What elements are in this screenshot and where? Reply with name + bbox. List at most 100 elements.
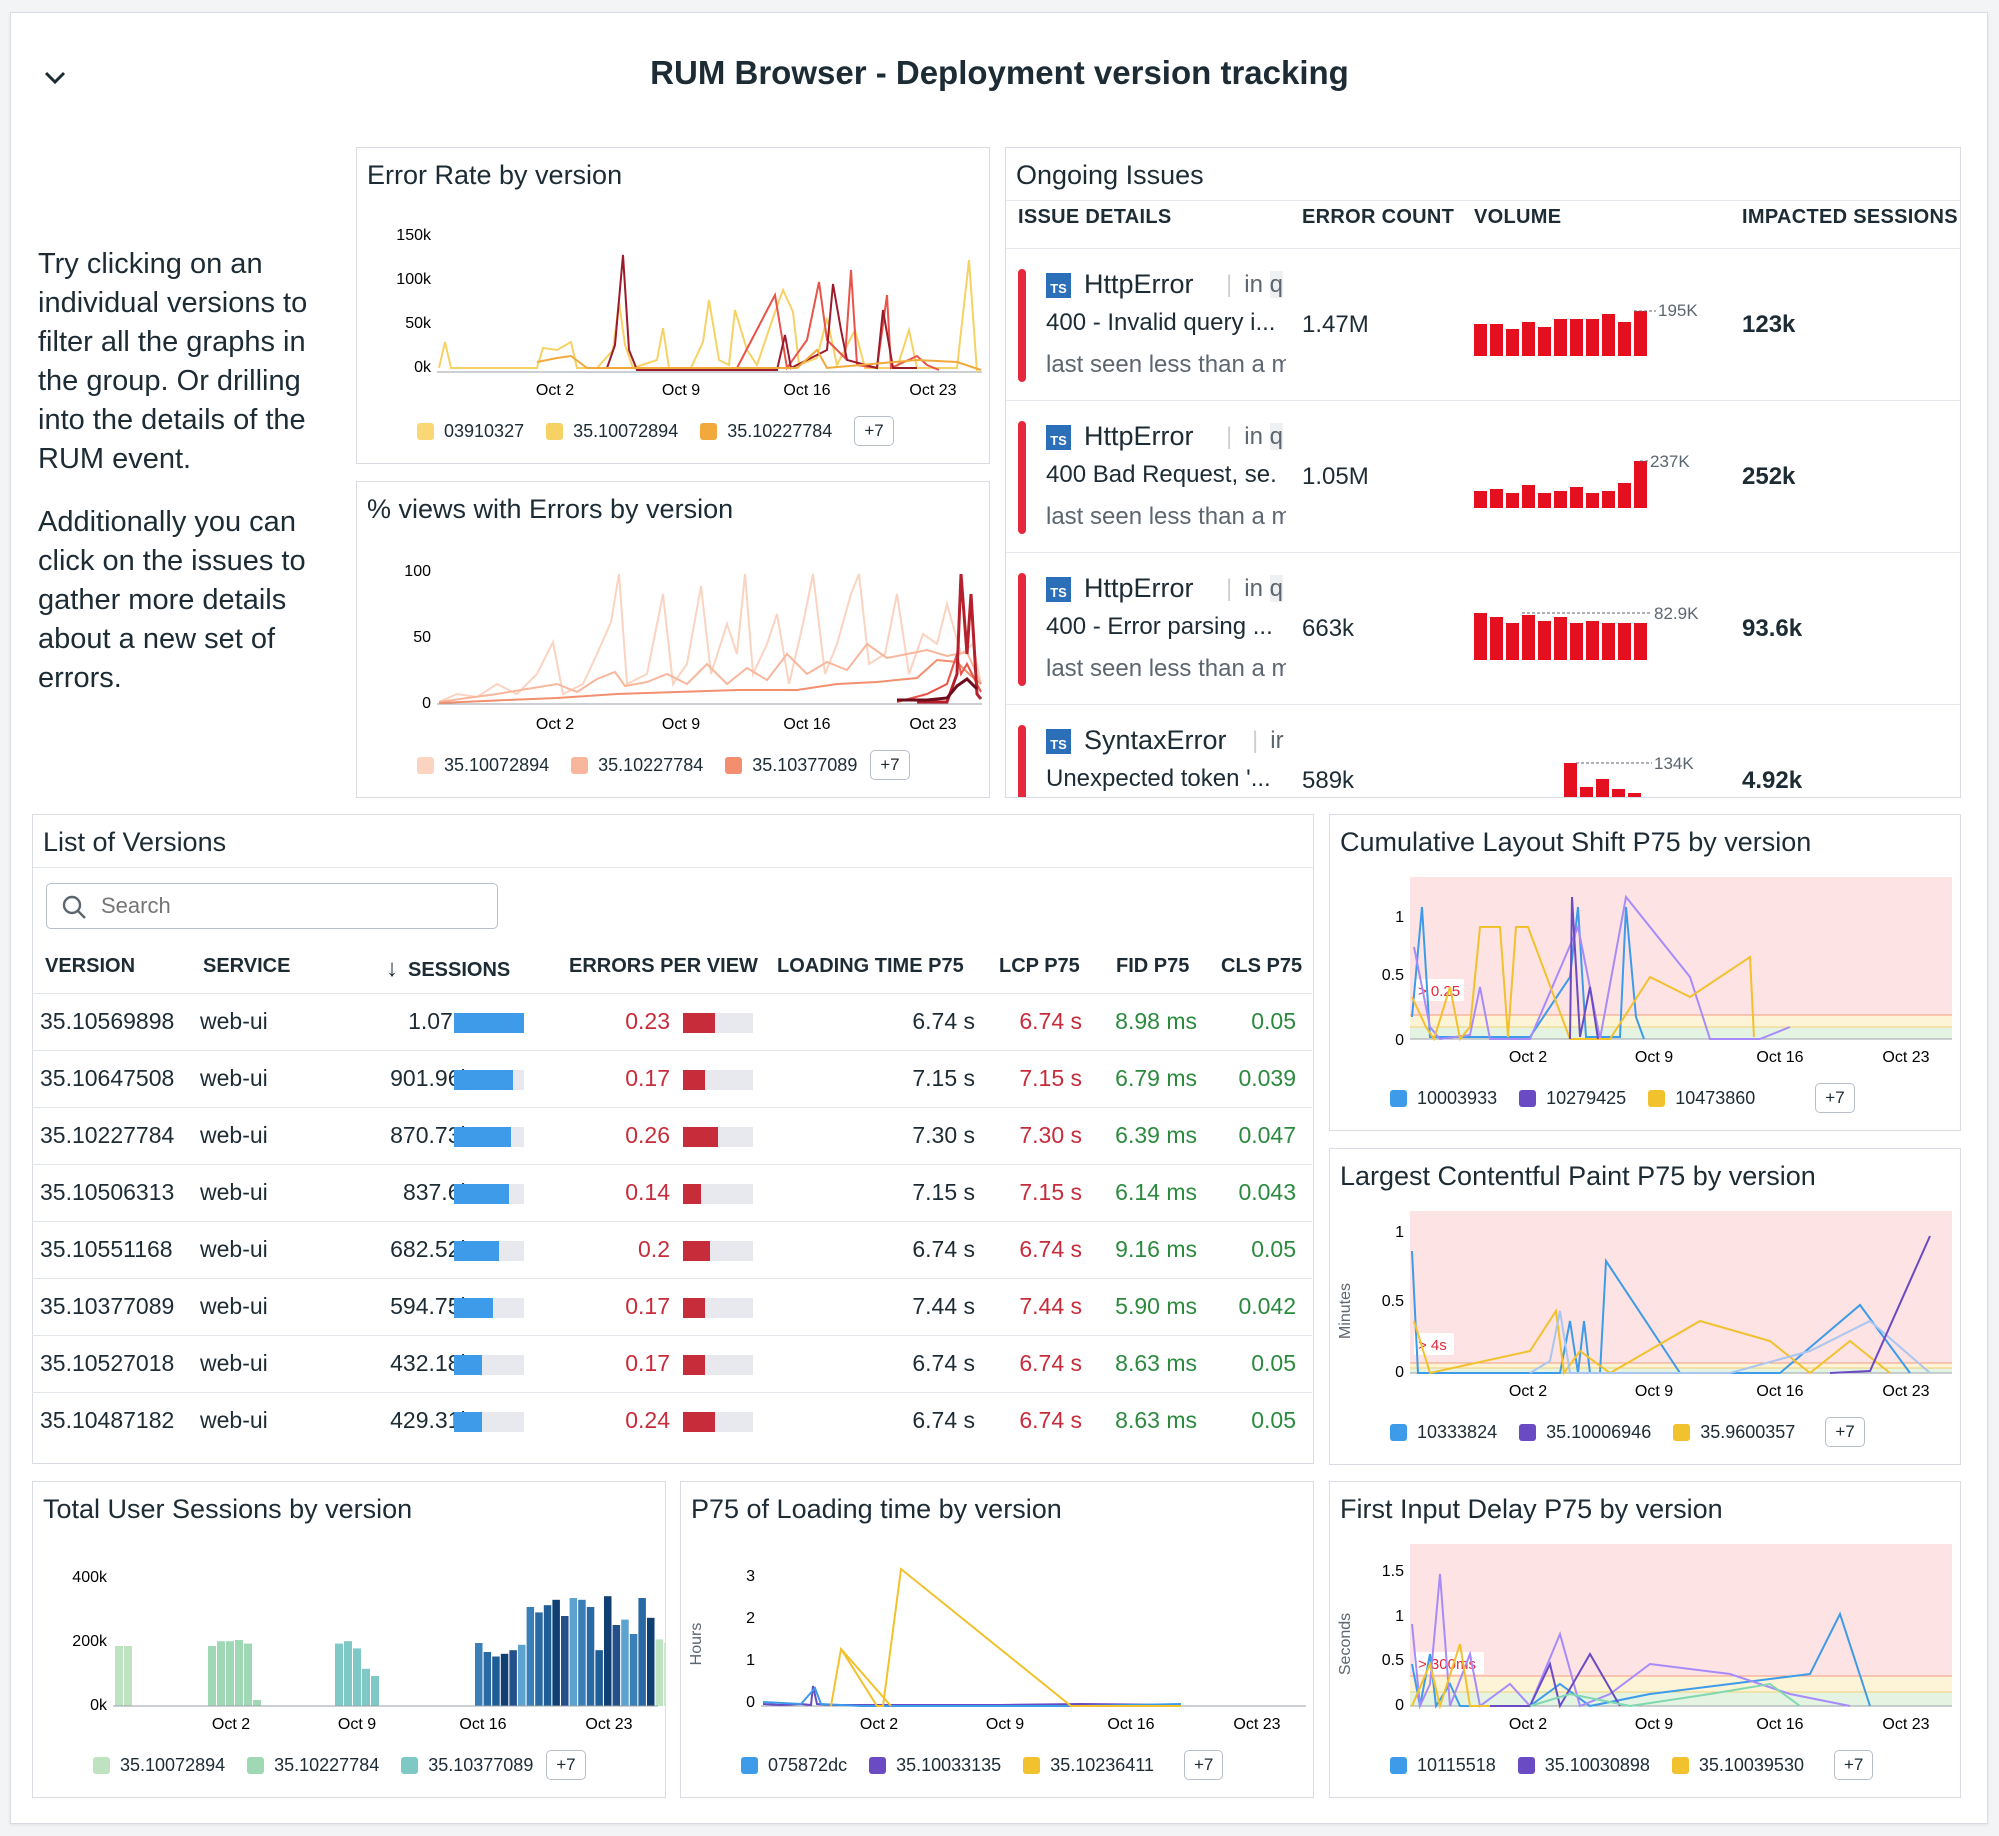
- loading-time-widget[interactable]: P75 of Loading time by version Hours 3 2…: [680, 1481, 1314, 1798]
- bar[interactable]: [552, 1599, 560, 1706]
- bar[interactable]: [353, 1648, 361, 1706]
- views-with-errors-widget[interactable]: % views with Errors by version 100 50 0 …: [356, 481, 990, 798]
- legend-more-button[interactable]: +7: [1815, 1083, 1855, 1113]
- bar[interactable]: [518, 1644, 526, 1706]
- bar[interactable]: [483, 1652, 492, 1706]
- table-row[interactable]: 35.10487182 web-ui 429.31k 0.24 6.74 s 6.74 s…: [32, 1392, 1312, 1450]
- column-header[interactable]: VOLUME: [1474, 206, 1561, 229]
- legend-more-button[interactable]: +7: [870, 750, 910, 780]
- search-input[interactable]: [99, 892, 483, 920]
- lcp-widget[interactable]: Largest Contentful Paint P75 by version …: [1329, 1148, 1961, 1465]
- bar[interactable]: [612, 1625, 621, 1706]
- bar[interactable]: [638, 1598, 646, 1706]
- legend-item[interactable]: 10279425: [1519, 1088, 1626, 1109]
- bar[interactable]: [595, 1650, 603, 1706]
- bar[interactable]: [604, 1596, 612, 1706]
- bar[interactable]: [647, 1617, 655, 1706]
- legend-item[interactable]: 10003933: [1390, 1088, 1497, 1109]
- legend-item[interactable]: 35.10072894: [546, 421, 678, 442]
- bar[interactable]: [208, 1646, 216, 1706]
- bar[interactable]: [509, 1650, 517, 1706]
- bar[interactable]: [629, 1634, 638, 1706]
- sessions-chart[interactable]: 400k 200k 0k Oct 2 Oct 9 Oct 16 Oct 23: [33, 1534, 665, 1734]
- legend-item[interactable]: 03910327: [417, 421, 524, 442]
- issue-row[interactable]: TS HttpError | in q 400 Bad Request, se..…: [1006, 400, 1960, 553]
- table-row[interactable]: 35.10527018 web-ui 432.18k 0.17 6.74 s 6.74 s…: [32, 1335, 1312, 1393]
- bar[interactable]: [226, 1641, 234, 1706]
- issue-row[interactable]: TS SyntaxError | ir Unexpected token '...…: [1006, 704, 1960, 797]
- issue-row[interactable]: TS HttpError | in q 400 - Invalid query i…: [1006, 248, 1960, 401]
- ongoing-issues-widget[interactable]: Ongoing Issues ISSUE DETAILS ERROR COUNT…: [1005, 147, 1961, 798]
- fid-widget[interactable]: First Input Delay P75 by version Seconds…: [1329, 1481, 1961, 1798]
- legend-more-button[interactable]: +7: [1833, 1750, 1874, 1780]
- bar[interactable]: [217, 1641, 225, 1706]
- column-header-fid[interactable]: FID P75: [1116, 955, 1189, 978]
- legend-item[interactable]: 35.10072894: [93, 1755, 225, 1776]
- bar[interactable]: [492, 1656, 500, 1707]
- bar[interactable]: [244, 1643, 252, 1706]
- legend-item[interactable]: 35.10072894: [417, 755, 549, 776]
- legend-item[interactable]: 10473860: [1648, 1088, 1755, 1109]
- total-sessions-widget[interactable]: Total User Sessions by version 400k 200k…: [32, 1481, 666, 1798]
- bar[interactable]: [586, 1607, 595, 1706]
- legend-item[interactable]: 35.10006946: [1519, 1422, 1651, 1443]
- column-header[interactable]: ERROR COUNT: [1302, 206, 1454, 229]
- search-input-box[interactable]: [46, 883, 498, 929]
- legend-item[interactable]: 10115518: [1390, 1755, 1496, 1776]
- bar[interactable]: [335, 1643, 343, 1706]
- column-header-lcp[interactable]: LCP P75: [999, 955, 1080, 978]
- legend-item[interactable]: 35.10227784: [571, 755, 703, 776]
- column-header-service[interactable]: SERVICE: [203, 955, 290, 978]
- bar[interactable]: [371, 1676, 379, 1706]
- bar[interactable]: [475, 1643, 483, 1706]
- views-errors-chart[interactable]: 100 50 0 Oct 2 Oct 9 Oct 16 Oct 23: [357, 534, 989, 734]
- column-header[interactable]: IMPACTED SESSIONS: [1742, 206, 1958, 229]
- column-header[interactable]: ISSUE DETAILS: [1018, 206, 1172, 229]
- bar[interactable]: [526, 1607, 535, 1706]
- legend-more-button[interactable]: +7: [854, 416, 894, 446]
- table-row[interactable]: 35.10377089 web-ui 594.75k 0.17 7.44 s 7.44 s…: [32, 1278, 1312, 1336]
- lcp-chart[interactable]: Minutes 1 0.5 0 > 4s Oct 2 Oct 9 Oct 16 …: [1330, 1201, 1960, 1401]
- legend-more-button[interactable]: +7: [1183, 1750, 1224, 1780]
- bar[interactable]: [535, 1612, 543, 1706]
- bar[interactable]: [664, 1643, 665, 1706]
- column-header-loading[interactable]: LOADING TIME P75: [777, 955, 964, 978]
- column-header-cls[interactable]: CLS P75: [1221, 955, 1302, 978]
- error-rate-chart[interactable]: 150k 100k 50k 0k Oct 2 Oct 9 Oct 16 Oct …: [357, 200, 989, 400]
- legend-more-button[interactable]: +7: [546, 1750, 586, 1780]
- table-row[interactable]: 35.10227784 web-ui 870.73k 0.26 7.30 s 7.30 s…: [32, 1107, 1312, 1165]
- column-header-errors[interactable]: ERRORS PER VIEW: [569, 955, 758, 978]
- column-header-sessions[interactable]: ↓ SESSIONS: [386, 955, 510, 983]
- bar[interactable]: [344, 1641, 352, 1706]
- table-row[interactable]: 35.10569898 web-ui 1.07M 0.23 6.74 s 6.74 s 8.…: [32, 993, 1312, 1051]
- bar[interactable]: [569, 1598, 578, 1706]
- table-row[interactable]: 35.10506313 web-ui 837.6k 0.14 7.15 s 7.15 s 6…: [32, 1164, 1312, 1222]
- legend-item[interactable]: 35.10227784: [700, 421, 832, 442]
- loading-chart[interactable]: Hours 3 2 1 0 Oct 2 Oct 9 Oct 16 Oct 23: [681, 1534, 1313, 1734]
- cls-widget[interactable]: Cumulative Layout Shift P75 by version 1…: [1329, 814, 1961, 1131]
- legend-item[interactable]: 35.9600357: [1673, 1422, 1795, 1443]
- legend-more-button[interactable]: +7: [1825, 1417, 1865, 1447]
- legend-item[interactable]: 35.10236411: [1023, 1755, 1154, 1776]
- bar[interactable]: [578, 1599, 586, 1706]
- bar[interactable]: [124, 1646, 132, 1706]
- issue-row[interactable]: TS HttpError | in q 400 - Error parsing .…: [1006, 552, 1960, 705]
- legend-item[interactable]: 35.10030898: [1517, 1755, 1650, 1776]
- bar[interactable]: [362, 1668, 370, 1706]
- legend-item[interactable]: 10333824: [1390, 1422, 1497, 1443]
- legend-item[interactable]: 35.10033135: [869, 1755, 1001, 1776]
- legend-item[interactable]: 35.10377089: [401, 1755, 540, 1776]
- bar[interactable]: [543, 1605, 552, 1706]
- bar[interactable]: [655, 1639, 664, 1706]
- legend-item[interactable]: 35.10227784: [247, 1755, 379, 1776]
- bar[interactable]: [235, 1640, 243, 1706]
- bar[interactable]: [500, 1653, 509, 1706]
- table-row[interactable]: 35.10551168 web-ui 682.52k 0.2 6.74 s 6.74 s 9…: [32, 1221, 1312, 1279]
- legend-item[interactable]: 075872dc: [741, 1755, 847, 1776]
- bar[interactable]: [621, 1619, 629, 1706]
- fid-chart[interactable]: Seconds 1.5 1 0.5 0 > 300ms Oct 2 Oct 9 …: [1330, 1534, 1960, 1734]
- bar[interactable]: [561, 1616, 569, 1706]
- legend-item[interactable]: 35.10377089: [725, 755, 864, 776]
- bar[interactable]: [253, 1700, 261, 1706]
- column-header-version[interactable]: VERSION: [45, 955, 135, 978]
